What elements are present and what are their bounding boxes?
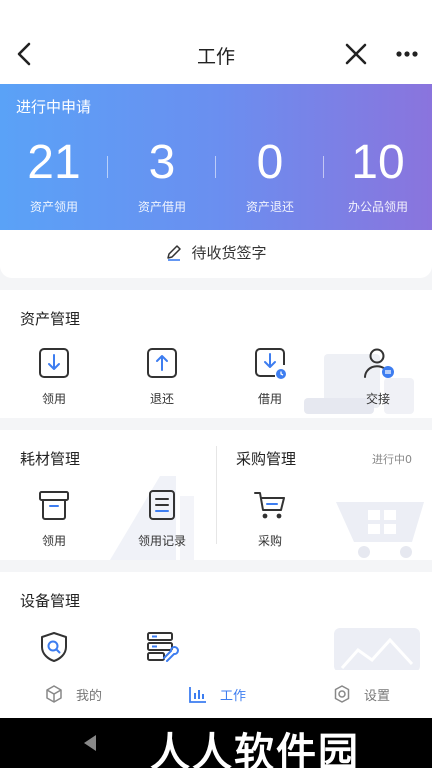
tab-settings[interactable]: 设置 <box>332 684 390 704</box>
stat-value: 10 <box>351 136 405 189</box>
consumable-purchase-card: 耗材管理 采购管理 进行中0 领用 领用记录 采购 <box>0 430 432 560</box>
device-inspection-tile[interactable] <box>24 630 84 674</box>
pen-icon <box>167 245 182 261</box>
stat-value: 3 <box>148 136 176 189</box>
user-transfer-icon <box>364 348 394 378</box>
top-bar: 工作 <box>0 0 432 84</box>
watermark-text: 人人软件园 <box>150 730 360 768</box>
section-divider <box>216 446 217 544</box>
pending-signature-card[interactable]: 待收货签字 <box>0 230 432 278</box>
tile-label: 退还 <box>149 392 174 406</box>
stat-caption: 办公品领用 <box>347 200 408 214</box>
section-heading: 设备管理 <box>20 592 81 610</box>
purchase-status[interactable]: 进行中0 <box>372 451 412 467</box>
asset-handover-tile[interactable]: 交接 <box>348 346 408 407</box>
asset-return-tile[interactable]: 退还 <box>132 346 192 407</box>
system-back-icon[interactable] <box>82 734 98 752</box>
tile-label: 借用 <box>257 392 282 406</box>
asset-borrow-tile[interactable]: 借用 <box>240 346 300 407</box>
tab-work[interactable]: 工作 <box>188 684 246 704</box>
system-navigation-bar: 人人软件园 <box>0 718 432 768</box>
document-list-icon <box>149 490 175 520</box>
device-maintenance-tile[interactable] <box>132 630 192 674</box>
section-heading: 资产管理 <box>20 310 81 328</box>
cart-icon <box>254 492 285 519</box>
consumable-records-tile[interactable]: 领用记录 <box>132 488 192 549</box>
stat-office-supplies[interactable]: 10 办公品领用 <box>324 136 432 215</box>
tile-label: 交接 <box>365 392 390 406</box>
decorative-illustration <box>336 502 424 558</box>
stat-asset-receive[interactable]: 21 资产领用 <box>0 136 108 215</box>
tab-label: 设置 <box>364 689 391 704</box>
stat-caption: 资产借用 <box>137 200 186 214</box>
cube-icon <box>46 685 62 703</box>
pending-applications-banner: 进行中申请 21 资产领用 3 资产借用 0 资产退还 10 办公品领用 <box>0 84 432 234</box>
tile-label: 采购 <box>257 534 282 548</box>
banner-label: 进行中申请 <box>16 98 92 116</box>
tab-mine[interactable]: 我的 <box>44 684 102 704</box>
tile-label: 领用 <box>41 392 66 406</box>
download-box-icon <box>39 348 69 378</box>
tab-label: 工作 <box>220 689 247 704</box>
bottom-tab-bar: 我的 工作 设置 <box>0 670 432 718</box>
stat-value: 0 <box>256 136 284 189</box>
section-heading: 采购管理 <box>236 450 297 468</box>
stat-caption: 资产退还 <box>245 200 294 214</box>
bar-chart-icon <box>189 687 206 703</box>
device-management-card: 设备管理 <box>0 572 432 672</box>
close-icon[interactable] <box>342 40 370 68</box>
stat-asset-borrow[interactable]: 3 资产借用 <box>108 136 216 215</box>
more-icon[interactable] <box>394 44 420 64</box>
tab-label: 我的 <box>76 689 103 704</box>
stat-value: 21 <box>27 136 81 189</box>
consumable-receive-tile[interactable]: 领用 <box>24 488 84 549</box>
decorative-illustration <box>334 628 420 672</box>
pending-signature-label: 待收货签字 <box>191 244 267 262</box>
borrow-clock-icon <box>255 348 286 379</box>
server-wrench-icon <box>147 632 179 662</box>
stat-asset-return[interactable]: 0 资产退还 <box>216 136 324 215</box>
stat-caption: 资产领用 <box>29 200 78 214</box>
gear-icon <box>334 685 350 703</box>
asset-management-card: 资产管理 领用 退还 借用 交接 <box>0 290 432 418</box>
purchase-tile[interactable]: 采购 <box>240 488 300 549</box>
archive-box-icon <box>39 491 69 520</box>
tile-label: 领用 <box>41 534 66 548</box>
upload-box-icon <box>147 348 177 378</box>
tile-label: 领用记录 <box>137 534 186 548</box>
asset-receive-tile[interactable]: 领用 <box>24 346 84 407</box>
shield-search-icon <box>41 632 67 662</box>
section-heading: 耗材管理 <box>20 450 81 468</box>
